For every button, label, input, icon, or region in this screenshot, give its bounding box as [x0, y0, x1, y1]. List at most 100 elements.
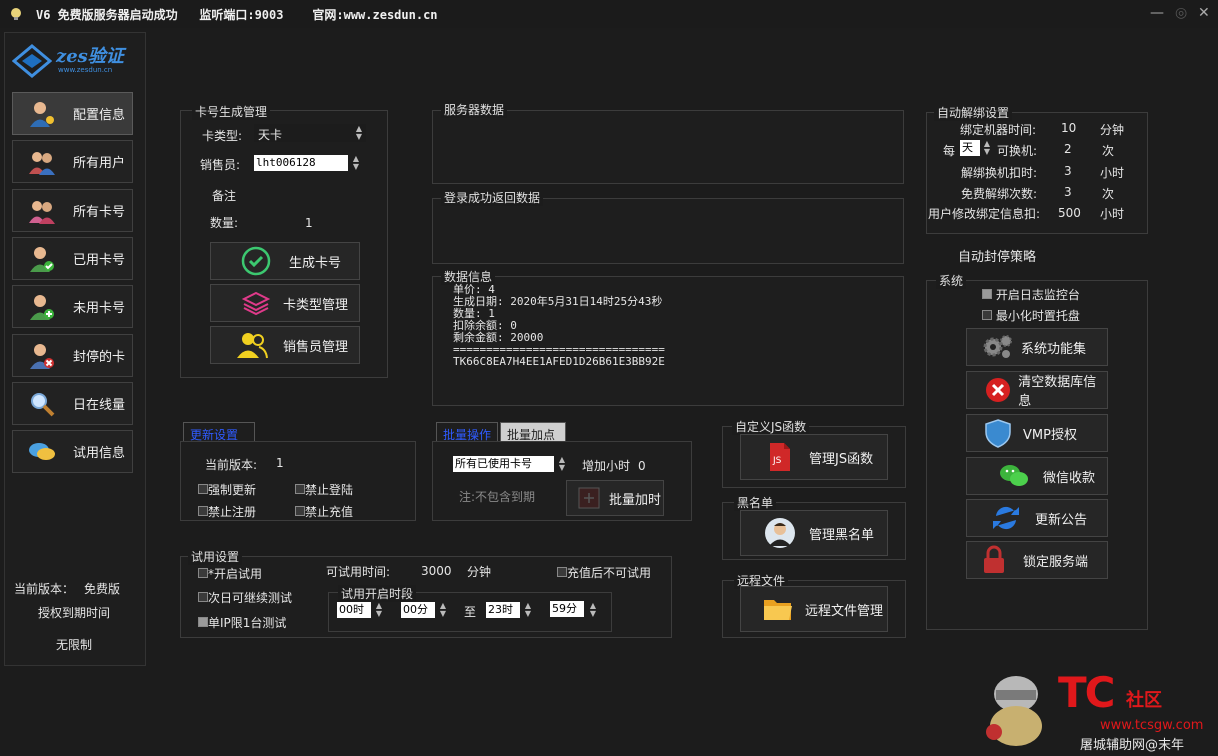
add-hours-value[interactable]: 0: [638, 459, 646, 473]
checkbox-icon: [198, 506, 208, 516]
nav-all-users[interactable]: 所有用户: [12, 140, 133, 183]
per-spinner-icon[interactable]: ▲ ▼: [982, 140, 992, 156]
qty-label: 数量:: [210, 216, 239, 230]
auto-ban-link[interactable]: 自动封停策略: [958, 246, 1036, 265]
nav-label: 日在线量: [73, 398, 126, 413]
next-day-label: 次日可继续测试: [208, 591, 293, 605]
user-remove-icon: [27, 341, 57, 371]
end-hour-spinner-icon[interactable]: ▲ ▼: [523, 602, 533, 618]
unbind-value[interactable]: 500: [1058, 206, 1081, 220]
add-hours-label: 增加小时: [582, 459, 631, 473]
shield-icon: [981, 416, 1015, 450]
seller-manage-button[interactable]: 销售员管理: [210, 326, 360, 364]
checkbox-icon: [198, 484, 208, 494]
lock-server-button[interactable]: 锁定服务端: [966, 541, 1108, 579]
single-ip-checkbox[interactable]: 单IP限1台测试: [198, 614, 286, 631]
end-hour-select[interactable]: 23时: [486, 602, 520, 618]
no-trial-after-recharge-label: 充值后不可试用: [567, 566, 652, 580]
unbind-value[interactable]: 2: [1064, 142, 1072, 156]
nav-trial-info[interactable]: 试用信息: [12, 430, 133, 473]
nav-used-cards[interactable]: 已用卡号: [12, 237, 133, 280]
end-minute-spinner-icon[interactable]: ▲ ▼: [588, 602, 598, 618]
system-functions-button[interactable]: 系统功能集: [966, 328, 1108, 366]
nav-unused-cards[interactable]: 未用卡号: [12, 285, 133, 328]
nav-daily-online[interactable]: 日在线量: [12, 382, 133, 425]
users-card-icon: [27, 196, 57, 226]
data-info-text: 单价: 4 生成日期: 2020年5月31日14时25分43秒 数量: 1 扣除…: [453, 284, 665, 368]
start-hour-spinner-icon[interactable]: ▲ ▼: [374, 602, 384, 618]
card-type-select[interactable]: 天卡 ▲ ▼: [254, 124, 366, 142]
update-notice-button[interactable]: 更新公告: [966, 499, 1108, 537]
vmp-auth-button[interactable]: VMP授权: [966, 414, 1108, 452]
seller-manage-label: 销售员管理: [283, 339, 349, 355]
start-minute-spinner-icon[interactable]: ▲ ▼: [438, 602, 448, 618]
clear-db-button[interactable]: 清空数据库信息: [966, 371, 1108, 409]
next-day-checkbox[interactable]: 次日可继续测试: [198, 589, 292, 606]
batch-add-time-button[interactable]: 批量加时: [566, 480, 664, 516]
no-recharge-checkbox[interactable]: 禁止充值: [295, 503, 353, 520]
unbind-unit: 次: [1102, 187, 1115, 201]
vmp-auth-label: VMP授权: [1023, 427, 1077, 443]
blacklist-title: 黑名单: [734, 494, 777, 511]
start-minute-select[interactable]: 00分: [401, 602, 435, 618]
no-trial-after-recharge-checkbox[interactable]: 充值后不可试用: [557, 564, 651, 581]
card-type-manage-button[interactable]: 卡类型管理: [210, 284, 360, 322]
tray-checkbox[interactable]: 最小化时置托盘: [982, 307, 1080, 324]
seller-spinner-icon[interactable]: ▲ ▼: [351, 155, 361, 171]
force-update-label: 强制更新: [208, 483, 257, 497]
remote-file-button[interactable]: 远程文件管理: [740, 586, 888, 632]
unbind-value[interactable]: 3: [1064, 164, 1072, 178]
logo-icon: [12, 44, 52, 78]
trial-time-value[interactable]: 3000: [421, 564, 452, 578]
start-hour-select[interactable]: 00时: [337, 602, 371, 618]
end-minute-select[interactable]: 59分: [550, 601, 584, 617]
auto-unbind-title: 自动解绑设置: [934, 104, 1013, 121]
checkbox-icon: [198, 568, 208, 578]
lock-icon: [977, 543, 1011, 577]
watermark: TC 社区 www.tcsgw.com 屠城辅助网@末年: [972, 664, 1212, 753]
manage-blacklist-button[interactable]: 管理黑名单: [740, 510, 888, 556]
nav-config-info[interactable]: 配置信息: [12, 92, 133, 135]
system-functions-label: 系统功能集: [1021, 341, 1087, 357]
user-icon: [763, 516, 797, 550]
expiry-value: 无限制: [56, 638, 93, 652]
folder-icon: [761, 592, 795, 626]
restore-button[interactable]: ◎: [1175, 5, 1187, 21]
minimize-button[interactable]: —: [1150, 5, 1164, 21]
qty-value[interactable]: 1: [305, 216, 313, 230]
current-version-label: 当前版本:: [205, 458, 258, 472]
batch-spinner-icon[interactable]: ▲ ▼: [557, 456, 567, 472]
enable-trial-label: *开启试用: [208, 567, 263, 581]
log-monitor-checkbox[interactable]: 开启日志监控台: [982, 286, 1080, 303]
server-data-title: 服务器数据: [441, 101, 508, 118]
refresh-icon: [989, 501, 1023, 535]
per-unit-select[interactable]: 天: [960, 140, 980, 156]
plus-box-icon: [577, 481, 601, 515]
per-label: 每: [943, 144, 956, 158]
watermark-brand-2: 社区: [1126, 690, 1162, 711]
unbind-value[interactable]: 3: [1064, 185, 1072, 199]
close-button[interactable]: ✕: [1198, 5, 1210, 21]
manage-js-button[interactable]: JS 管理JS函数: [740, 434, 888, 480]
generate-card-button[interactable]: 生成卡号: [210, 242, 360, 280]
clear-db-label: 清空数据库信息: [1018, 375, 1097, 409]
checkbox-icon: [982, 310, 992, 320]
force-update-checkbox[interactable]: 强制更新: [198, 481, 256, 498]
nav-label: 所有卡号: [73, 205, 126, 220]
current-version-value[interactable]: 1: [276, 456, 284, 470]
nav-all-cards[interactable]: 所有卡号: [12, 189, 133, 232]
unbind-value[interactable]: 10: [1061, 121, 1076, 135]
enable-trial-checkbox[interactable]: *开启试用: [198, 565, 262, 582]
logo: zes验证 www.zesdun.cn: [12, 40, 136, 84]
card-type-value: 天卡: [258, 128, 283, 142]
card-gen-title: 卡号生成管理: [192, 103, 271, 120]
unbind-label: 用户修改绑定信息扣:: [928, 207, 1041, 221]
nav-banned-cards[interactable]: 封停的卡: [12, 334, 133, 377]
no-register-checkbox[interactable]: 禁止注册: [198, 503, 256, 520]
no-login-checkbox[interactable]: 禁止登陆: [295, 481, 353, 498]
watermark-brand: TC: [1058, 668, 1116, 717]
seller-input[interactable]: lht006128: [254, 155, 348, 171]
batch-card-select[interactable]: 所有已使用卡号: [453, 456, 554, 472]
wechat-pay-button[interactable]: 微信收款: [966, 457, 1108, 495]
lock-server-label: 锁定服务端: [1023, 554, 1089, 570]
